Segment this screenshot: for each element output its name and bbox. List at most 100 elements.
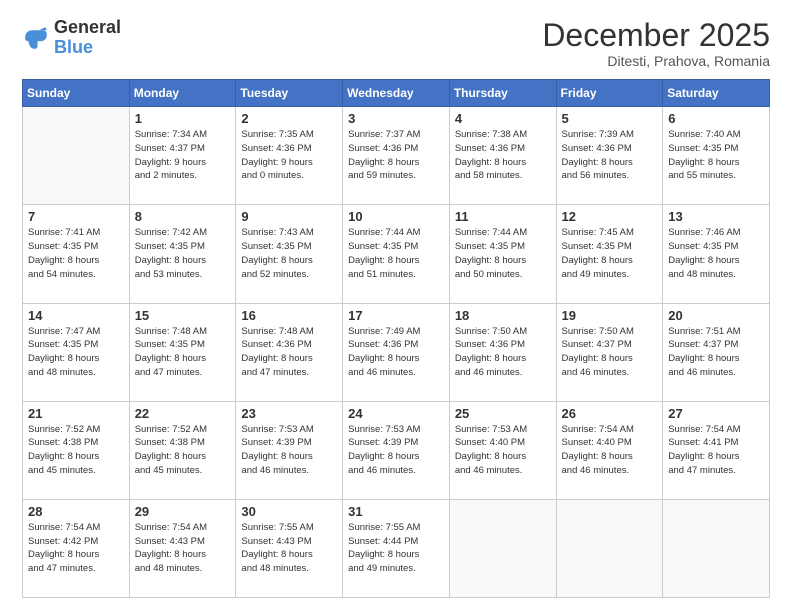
day-number: 28	[28, 504, 124, 519]
day-number: 30	[241, 504, 337, 519]
day-info: Sunrise: 7:46 AM Sunset: 4:35 PM Dayligh…	[668, 226, 764, 281]
calendar-cell	[23, 107, 130, 205]
day-info: Sunrise: 7:37 AM Sunset: 4:36 PM Dayligh…	[348, 128, 444, 183]
day-number: 22	[135, 406, 231, 421]
calendar-cell: 24 Sunrise: 7:53 AM Sunset: 4:39 PM Dayli…	[343, 401, 450, 499]
logo-text: General Blue	[54, 18, 121, 58]
page: General Blue December 2025 Ditesti, Prah…	[0, 0, 792, 612]
day-info: Sunrise: 7:45 AM Sunset: 4:35 PM Dayligh…	[562, 226, 658, 281]
weekday-header-wednesday: Wednesday	[343, 80, 450, 107]
calendar-cell: 6Sunrise: 7:40 AM Sunset: 4:35 PM Daylig…	[663, 107, 770, 205]
calendar-cell: 29 Sunrise: 7:54 AM Sunset: 4:43 PM Dayli…	[129, 499, 236, 597]
day-info: Sunrise: 7:50 AM Sunset: 4:36 PM Dayligh…	[455, 325, 551, 380]
day-info: Sunrise: 7:54 AM Sunset: 4:43 PM Dayligh…	[135, 521, 231, 576]
day-number: 12	[562, 209, 658, 224]
calendar-table: SundayMondayTuesdayWednesdayThursdayFrid…	[22, 79, 770, 598]
logo-icon	[22, 24, 50, 52]
day-number: 5	[562, 111, 658, 126]
day-number: 7	[28, 209, 124, 224]
week-row-2: 7 Sunrise: 7:41 AM Sunset: 4:35 PM Daylig…	[23, 205, 770, 303]
day-info: Sunrise: 7:35 AM Sunset: 4:36 PM Dayligh…	[241, 128, 337, 183]
calendar-cell: 31Sunrise: 7:55 AM Sunset: 4:44 PM Dayli…	[343, 499, 450, 597]
calendar-cell: 21 Sunrise: 7:52 AM Sunset: 4:38 PM Dayli…	[23, 401, 130, 499]
day-info: Sunrise: 7:41 AM Sunset: 4:35 PM Dayligh…	[28, 226, 124, 281]
day-info: Sunrise: 7:54 AM Sunset: 4:40 PM Dayligh…	[562, 423, 658, 478]
week-row-4: 21 Sunrise: 7:52 AM Sunset: 4:38 PM Dayli…	[23, 401, 770, 499]
day-info: Sunrise: 7:53 AM Sunset: 4:40 PM Dayligh…	[455, 423, 551, 478]
calendar-cell: 15 Sunrise: 7:48 AM Sunset: 4:35 PM Dayli…	[129, 303, 236, 401]
calendar-cell: 25 Sunrise: 7:53 AM Sunset: 4:40 PM Dayli…	[449, 401, 556, 499]
day-info: Sunrise: 7:34 AM Sunset: 4:37 PM Dayligh…	[135, 128, 231, 183]
calendar-cell: 1 Sunrise: 7:34 AM Sunset: 4:37 PM Daylig…	[129, 107, 236, 205]
day-number: 25	[455, 406, 551, 421]
header: General Blue December 2025 Ditesti, Prah…	[22, 18, 770, 69]
day-info: Sunrise: 7:42 AM Sunset: 4:35 PM Dayligh…	[135, 226, 231, 281]
week-row-3: 14Sunrise: 7:47 AM Sunset: 4:35 PM Dayli…	[23, 303, 770, 401]
calendar-cell: 14Sunrise: 7:47 AM Sunset: 4:35 PM Dayli…	[23, 303, 130, 401]
calendar-cell: 2 Sunrise: 7:35 AM Sunset: 4:36 PM Daylig…	[236, 107, 343, 205]
title-block: December 2025 Ditesti, Prahova, Romania	[542, 18, 770, 69]
day-number: 13	[668, 209, 764, 224]
calendar-cell: 26 Sunrise: 7:54 AM Sunset: 4:40 PM Dayli…	[556, 401, 663, 499]
day-number: 3	[348, 111, 444, 126]
calendar-cell: 10 Sunrise: 7:44 AM Sunset: 4:35 PM Dayli…	[343, 205, 450, 303]
day-number: 26	[562, 406, 658, 421]
weekday-header-sunday: Sunday	[23, 80, 130, 107]
calendar-cell: 13 Sunrise: 7:46 AM Sunset: 4:35 PM Dayli…	[663, 205, 770, 303]
day-number: 9	[241, 209, 337, 224]
day-number: 23	[241, 406, 337, 421]
day-number: 1	[135, 111, 231, 126]
calendar-cell: 11 Sunrise: 7:44 AM Sunset: 4:35 PM Dayli…	[449, 205, 556, 303]
weekday-header-monday: Monday	[129, 80, 236, 107]
day-number: 8	[135, 209, 231, 224]
day-number: 24	[348, 406, 444, 421]
day-number: 18	[455, 308, 551, 323]
calendar-cell: 4Sunrise: 7:38 AM Sunset: 4:36 PM Daylig…	[449, 107, 556, 205]
calendar-cell: 5 Sunrise: 7:39 AM Sunset: 4:36 PM Daylig…	[556, 107, 663, 205]
day-info: Sunrise: 7:47 AM Sunset: 4:35 PM Dayligh…	[28, 325, 124, 380]
day-number: 19	[562, 308, 658, 323]
day-info: Sunrise: 7:39 AM Sunset: 4:36 PM Dayligh…	[562, 128, 658, 183]
calendar-cell: 18 Sunrise: 7:50 AM Sunset: 4:36 PM Dayli…	[449, 303, 556, 401]
day-number: 2	[241, 111, 337, 126]
calendar-cell: 7 Sunrise: 7:41 AM Sunset: 4:35 PM Daylig…	[23, 205, 130, 303]
day-info: Sunrise: 7:54 AM Sunset: 4:41 PM Dayligh…	[668, 423, 764, 478]
day-number: 29	[135, 504, 231, 519]
day-number: 10	[348, 209, 444, 224]
day-info: Sunrise: 7:50 AM Sunset: 4:37 PM Dayligh…	[562, 325, 658, 380]
calendar-cell: 9 Sunrise: 7:43 AM Sunset: 4:35 PM Daylig…	[236, 205, 343, 303]
day-info: Sunrise: 7:43 AM Sunset: 4:35 PM Dayligh…	[241, 226, 337, 281]
day-info: Sunrise: 7:51 AM Sunset: 4:37 PM Dayligh…	[668, 325, 764, 380]
weekday-header-thursday: Thursday	[449, 80, 556, 107]
weekday-header-friday: Friday	[556, 80, 663, 107]
day-info: Sunrise: 7:40 AM Sunset: 4:35 PM Dayligh…	[668, 128, 764, 183]
calendar-cell	[556, 499, 663, 597]
calendar-cell: 19 Sunrise: 7:50 AM Sunset: 4:37 PM Dayli…	[556, 303, 663, 401]
calendar-cell: 3 Sunrise: 7:37 AM Sunset: 4:36 PM Daylig…	[343, 107, 450, 205]
day-number: 16	[241, 308, 337, 323]
month-title: December 2025	[542, 18, 770, 53]
day-number: 11	[455, 209, 551, 224]
day-info: Sunrise: 7:52 AM Sunset: 4:38 PM Dayligh…	[135, 423, 231, 478]
day-info: Sunrise: 7:54 AM Sunset: 4:42 PM Dayligh…	[28, 521, 124, 576]
day-number: 31	[348, 504, 444, 519]
location: Ditesti, Prahova, Romania	[542, 53, 770, 69]
day-number: 17	[348, 308, 444, 323]
day-number: 21	[28, 406, 124, 421]
day-info: Sunrise: 7:48 AM Sunset: 4:35 PM Dayligh…	[135, 325, 231, 380]
day-info: Sunrise: 7:44 AM Sunset: 4:35 PM Dayligh…	[348, 226, 444, 281]
day-info: Sunrise: 7:52 AM Sunset: 4:38 PM Dayligh…	[28, 423, 124, 478]
calendar-cell: 27 Sunrise: 7:54 AM Sunset: 4:41 PM Dayli…	[663, 401, 770, 499]
week-row-5: 28 Sunrise: 7:54 AM Sunset: 4:42 PM Dayli…	[23, 499, 770, 597]
day-info: Sunrise: 7:53 AM Sunset: 4:39 PM Dayligh…	[348, 423, 444, 478]
day-number: 15	[135, 308, 231, 323]
logo: General Blue	[22, 18, 121, 58]
calendar-cell: 30Sunrise: 7:55 AM Sunset: 4:43 PM Dayli…	[236, 499, 343, 597]
week-row-1: 1 Sunrise: 7:34 AM Sunset: 4:37 PM Daylig…	[23, 107, 770, 205]
day-info: Sunrise: 7:44 AM Sunset: 4:35 PM Dayligh…	[455, 226, 551, 281]
calendar-cell	[663, 499, 770, 597]
weekday-header-saturday: Saturday	[663, 80, 770, 107]
day-number: 27	[668, 406, 764, 421]
day-number: 4	[455, 111, 551, 126]
day-number: 20	[668, 308, 764, 323]
